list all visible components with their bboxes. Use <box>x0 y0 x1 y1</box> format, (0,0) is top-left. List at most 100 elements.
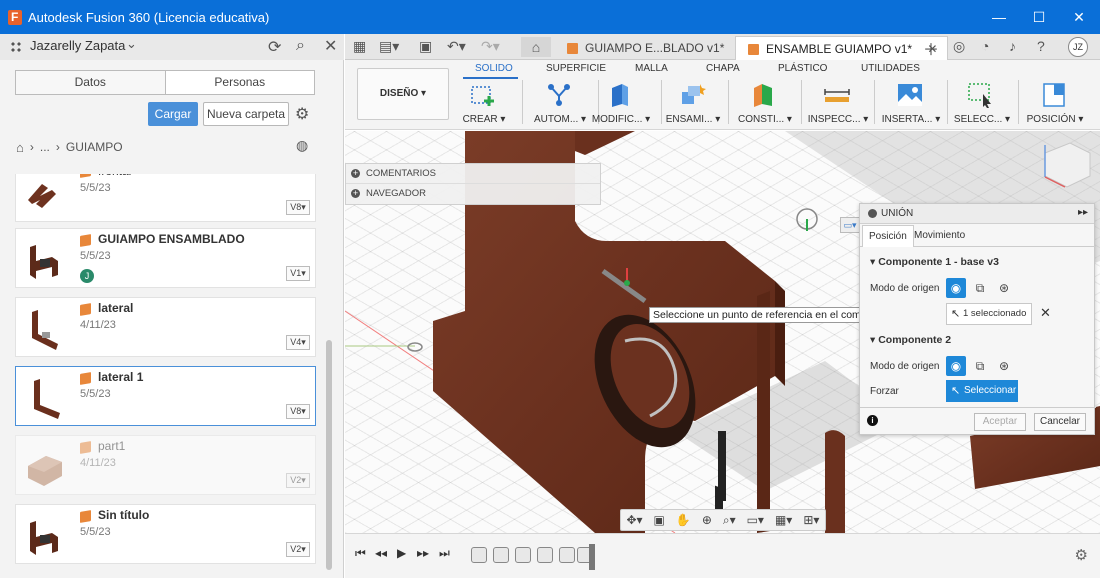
play-icon[interactable]: ▶ <box>397 546 406 560</box>
assemble-group[interactable]: ENSAMI... ▾ <box>658 80 728 128</box>
save-icon[interactable]: ▣ <box>419 38 432 55</box>
redo-icon[interactable]: ↷▾ <box>481 38 500 55</box>
two-edge-intersection-icon[interactable]: ⊛ <box>994 278 1014 298</box>
timeline-settings-gear-icon[interactable]: ⚙ <box>1075 546 1088 564</box>
component1-selection[interactable]: ↖ 1 seleccionado <box>946 303 1032 325</box>
upload-button[interactable]: Cargar <box>148 102 198 126</box>
cancel-button[interactable]: Cancelar <box>1034 413 1086 431</box>
undo-icon[interactable]: ↶▾ <box>447 38 466 55</box>
list-item[interactable]: frontal 5/5/23 V8▾ <box>15 174 316 222</box>
insert-group[interactable]: INSERTA... ▾ <box>876 80 946 128</box>
component2-section[interactable]: ▾ Componente 2 <box>870 334 951 346</box>
tab-utilidades[interactable]: UTILIDADES <box>861 63 920 74</box>
select-button[interactable]: ↖ Seleccionar <box>946 380 1018 402</box>
workspace-switcher-button[interactable]: DISEÑO ▾ <box>357 68 449 120</box>
data-panel-toggle-icon[interactable]: ▦ <box>353 38 366 55</box>
dialog-header[interactable]: UNIÓN ▸▸ <box>860 204 1094 224</box>
job-status-icon[interactable]: ◔ <box>981 38 989 54</box>
timeline-feature[interactable] <box>515 547 531 563</box>
go-to-start-icon[interactable]: ⏮ <box>355 546 366 561</box>
tab-personas[interactable]: Personas <box>166 71 315 94</box>
expand-plus-icon[interactable]: + <box>351 169 360 178</box>
close-panel-icon[interactable]: ✕ <box>324 36 337 56</box>
user-avatar[interactable]: JZ <box>1068 37 1088 57</box>
two-edge-intersection-icon[interactable]: ⊛ <box>994 356 1014 376</box>
list-item[interactable]: lateral 1 5/5/23 V8▾ <box>15 366 316 426</box>
comments-row[interactable]: + COMENTARIOS <box>346 164 600 184</box>
orbit-icon[interactable]: ✥▾ <box>626 513 642 527</box>
tab-solido[interactable]: SOLIDO <box>475 63 513 74</box>
pan-hand-icon[interactable]: ✋ <box>676 513 691 527</box>
timeline-marker[interactable] <box>589 544 595 570</box>
timeline-feature[interactable] <box>471 547 487 563</box>
component1-section[interactable]: ▾ Componente 1 - base v3 <box>870 256 999 268</box>
modify-group[interactable]: MODIFIC... ▾ <box>586 80 656 128</box>
3d-viewport[interactable]: + COMENTARIOS + NAVEGADOR Seleccione un … <box>345 131 1100 533</box>
simple-origin-icon[interactable]: ◉ <box>946 278 966 298</box>
user-name[interactable]: Jazarelly Zapata <box>30 38 125 53</box>
tab-ensamble-guiampo[interactable]: ENSAMBLE GUIAMPO v1* ✕ <box>735 36 949 60</box>
position-group[interactable]: POSICIÓN ▾ <box>1020 80 1090 128</box>
tab-movimiento[interactable]: Movimiento <box>908 225 971 247</box>
look-at-icon[interactable]: ▣ <box>654 513 665 527</box>
construct-group[interactable]: CONSTI... ▾ <box>730 80 800 128</box>
automate-group[interactable]: AUTOM... ▾ <box>525 80 595 128</box>
apps-grid-icon[interactable] <box>10 41 22 53</box>
home-icon[interactable]: ⌂ <box>16 140 24 155</box>
simple-origin-icon[interactable]: ◉ <box>946 356 966 376</box>
version-dropdown[interactable]: V8▾ <box>286 404 310 419</box>
version-dropdown[interactable]: V4▾ <box>286 335 310 350</box>
home-tab-icon[interactable]: ⌂ <box>521 37 551 57</box>
step-forward-icon[interactable]: ▸▸ <box>417 546 429 560</box>
tab-superficie[interactable]: SUPERFICIE <box>546 63 606 74</box>
settings-gear-icon[interactable]: ⚙ <box>295 104 309 124</box>
new-folder-button[interactable]: Nueva carpeta <box>203 102 289 126</box>
file-menu-icon[interactable]: ▤▾ <box>379 38 399 55</box>
tab-plastico[interactable]: PLÁSTICO <box>778 63 827 74</box>
viewports-icon[interactable]: ⊞▾ <box>803 513 819 527</box>
list-item[interactable]: part1 4/11/23 V2▾ <box>15 435 316 495</box>
select-group[interactable]: SELECC... ▾ <box>947 80 1017 128</box>
clear-selection-icon[interactable]: ✕ <box>1040 305 1051 321</box>
globe-settings-icon[interactable]: ◍ <box>296 137 308 154</box>
version-dropdown[interactable]: V2▾ <box>286 473 310 488</box>
notifications-bell-icon[interactable]: ♪ <box>1009 38 1016 54</box>
version-dropdown[interactable]: V1▾ <box>286 266 310 281</box>
file-list-scrollbar[interactable] <box>326 340 332 570</box>
refresh-icon[interactable]: ⟳ <box>268 37 281 57</box>
list-item[interactable]: GUIAMPO ENSAMBLADO 5/5/23 J V1▾ <box>15 228 316 288</box>
extensions-icon[interactable]: ◎ <box>953 38 965 55</box>
search-icon[interactable]: ⌕ <box>296 37 305 55</box>
between-two-faces-icon[interactable]: ⧉ <box>970 356 990 376</box>
breadcrumb-ellipsis[interactable]: ... <box>40 140 50 154</box>
version-dropdown[interactable]: V2▾ <box>286 542 310 557</box>
step-back-icon[interactable]: ◂◂ <box>375 546 387 560</box>
minimize-icon[interactable]: — <box>984 6 1014 28</box>
list-item[interactable]: lateral 4/11/23 V4▾ <box>15 297 316 357</box>
display-mode-icon[interactable]: ▭▾ <box>840 217 860 233</box>
between-two-faces-icon[interactable]: ⧉ <box>970 278 990 298</box>
inspect-group[interactable]: INSPECC... ▾ <box>803 80 873 128</box>
close-icon[interactable]: ✕ <box>1064 6 1094 28</box>
display-settings-icon[interactable]: ▭▾ <box>747 513 764 527</box>
navigator-row[interactable]: + NAVEGADOR <box>346 184 600 204</box>
grid-settings-icon[interactable]: ▦▾ <box>775 513 792 527</box>
timeline-feature[interactable] <box>537 547 553 563</box>
zoom-icon[interactable]: ⊕ <box>702 513 712 527</box>
chevron-down-icon[interactable]: ⌄ <box>126 36 137 52</box>
info-icon[interactable]: i <box>867 415 878 426</box>
version-dropdown[interactable]: V8▾ <box>286 200 310 215</box>
collapse-icon[interactable] <box>868 209 877 218</box>
go-to-end-icon[interactable]: ⏭ <box>439 546 450 561</box>
tab-posicion[interactable]: Posición <box>862 225 914 247</box>
tab-guiampo-ensamblado[interactable]: GUIAMPO E...BLADO v1* <box>555 36 734 60</box>
timeline-feature[interactable] <box>559 547 575 563</box>
maximize-icon[interactable]: ☐ <box>1024 6 1054 28</box>
new-tab-icon[interactable]: ＋ <box>923 36 939 60</box>
tab-datos[interactable]: Datos <box>16 71 166 94</box>
help-icon[interactable]: ? <box>1037 38 1045 54</box>
ok-button[interactable]: Aceptar <box>974 413 1026 431</box>
create-group[interactable]: CREAR ▾ <box>449 80 519 128</box>
timeline-feature[interactable] <box>493 547 509 563</box>
expand-plus-icon[interactable]: + <box>351 189 360 198</box>
